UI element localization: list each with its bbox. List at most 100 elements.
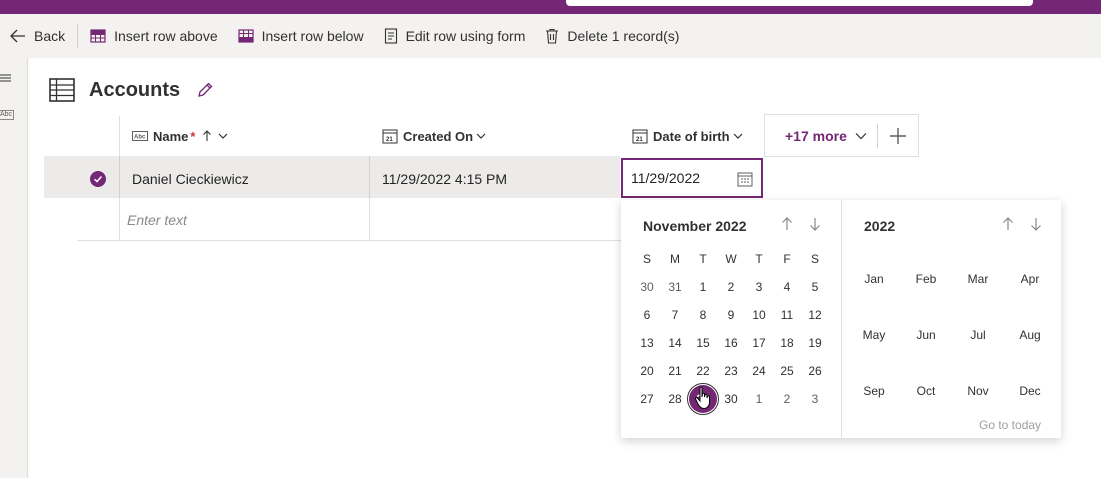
month-option[interactable]: Jan (848, 265, 900, 293)
sort-ascending-icon (203, 130, 212, 141)
grid-divider (119, 156, 120, 198)
trash-icon (546, 28, 559, 44)
weekday-label: F (783, 252, 791, 266)
command-bar: Back Insert row above Insert row below E… (0, 14, 1101, 58)
calendar-icon: 21 (382, 129, 398, 144)
table-row[interactable] (44, 156, 620, 198)
required-marker: * (190, 128, 196, 144)
calendar-day[interactable]: 12 (801, 301, 829, 329)
calendar-day[interactable]: 11 (773, 301, 801, 329)
text-field-icon[interactable]: Abc (0, 110, 15, 120)
date-picker-popup: November 2022 SMTWTFS 30 31 1 2 3 4 5 6 7 8 9 10 11 1… (621, 200, 1061, 438)
insert-row-above-label: Insert row above (114, 28, 218, 44)
more-columns-button[interactable]: +17 more (765, 128, 877, 144)
chevron-down-icon (733, 133, 742, 139)
calendar-day[interactable]: 30 (717, 385, 745, 413)
new-row-name-input[interactable]: Enter text (127, 212, 187, 228)
calendar-day[interactable]: 1 (689, 273, 717, 301)
pencil-icon[interactable] (196, 81, 214, 99)
month-option[interactable]: Nov (952, 377, 1004, 405)
weekday-label: S (810, 252, 819, 266)
cell-created-on[interactable]: 11/29/2022 4:15 PM (382, 171, 507, 187)
global-search-box[interactable] (566, 0, 1033, 6)
page-title: Accounts (89, 78, 181, 101)
delete-records-button[interactable]: Delete 1 record(s) (535, 14, 689, 58)
month-option[interactable]: Mar (952, 265, 1004, 293)
month-option[interactable]: Aug (1004, 321, 1056, 349)
calendar-day[interactable]: 26 (801, 357, 829, 385)
month-option[interactable]: Sep (848, 377, 900, 405)
hamburger-icon[interactable] (0, 72, 12, 84)
insert-row-below-button[interactable]: Insert row below (228, 14, 374, 58)
calendar-day[interactable]: 3 (745, 273, 773, 301)
calendar-day[interactable]: 16 (717, 329, 745, 357)
grid-divider (369, 156, 370, 198)
arrow-down-icon[interactable] (809, 217, 821, 231)
month-option[interactable]: Feb (900, 265, 952, 293)
column-name-label: Name (153, 128, 189, 144)
month-option[interactable]: Apr (1004, 265, 1056, 293)
calendar-day[interactable]: 2 (773, 385, 801, 413)
calendar-day[interactable]: 21 (661, 357, 689, 385)
back-label: Back (34, 28, 66, 44)
calendar-day[interactable]: 7 (661, 301, 689, 329)
calendar-day[interactable]: 15 (689, 329, 717, 357)
edit-row-form-label: Edit row using form (405, 28, 526, 44)
row-select-checkbox[interactable] (90, 171, 106, 187)
svg-text:21: 21 (636, 137, 643, 143)
arrow-up-icon[interactable] (781, 217, 793, 231)
insert-row-below-label: Insert row below (261, 28, 364, 44)
calendar-day[interactable]: 14 (661, 329, 689, 357)
insert-row-above-button[interactable]: Insert row above (80, 14, 228, 58)
column-header-date-of-birth[interactable]: 21 Date of birth (632, 116, 748, 156)
calendar-day[interactable]: 28 (661, 385, 689, 413)
month-option[interactable]: Jun (900, 321, 952, 349)
back-button[interactable]: Back (0, 14, 75, 58)
year-title[interactable]: 2022 (864, 218, 895, 234)
go-to-today-link[interactable]: Go to today (979, 418, 1041, 432)
weekday-label: S (642, 252, 651, 266)
calendar-day[interactable]: 24 (745, 357, 773, 385)
calendar-day[interactable]: 20 (633, 357, 661, 385)
calendar-day[interactable]: 23 (717, 357, 745, 385)
calendar-day[interactable]: 10 (745, 301, 773, 329)
calendar-day[interactable]: 13 (633, 329, 661, 357)
month-title[interactable]: November 2022 (643, 218, 747, 234)
add-column-button[interactable] (878, 127, 918, 145)
arrow-down-icon[interactable] (1030, 217, 1042, 231)
month-option[interactable]: May (848, 321, 900, 349)
calendar-day[interactable]: 5 (801, 273, 829, 301)
app-header-bar (0, 0, 1101, 14)
date-of-birth-input[interactable]: 11/29/2022 (621, 158, 763, 198)
more-columns-label: +17 more (785, 127, 847, 144)
calendar-day[interactable]: 27 (633, 385, 661, 413)
calendar-day[interactable]: 1 (745, 385, 773, 413)
calendar-day[interactable]: 9 (717, 301, 745, 329)
edit-row-form-button[interactable]: Edit row using form (374, 14, 536, 58)
column-header-name[interactable]: Abc Name * (132, 116, 233, 156)
checkmark-icon (93, 175, 103, 183)
calendar-day[interactable]: 18 (773, 329, 801, 357)
calendar-day[interactable]: 8 (689, 301, 717, 329)
calendar-day[interactable]: 30 (633, 273, 661, 301)
cell-name[interactable]: Daniel Cieckiewicz (132, 171, 249, 187)
calendar-day[interactable]: 31 (661, 273, 689, 301)
calendar-day[interactable]: 3 (801, 385, 829, 413)
calendar-day[interactable]: 2 (717, 273, 745, 301)
grid-canvas: Accounts Abc Name * 21 Created On 21 Dat… (29, 58, 1101, 478)
calendar-day[interactable]: 4 (773, 273, 801, 301)
calendar-icon[interactable] (737, 171, 753, 187)
calendar-day[interactable]: 22 (689, 357, 717, 385)
month-option[interactable]: Jul (952, 321, 1004, 349)
arrow-up-icon[interactable] (1002, 217, 1014, 231)
calendar-day[interactable]: 25 (773, 357, 801, 385)
month-option[interactable]: Dec (1004, 377, 1056, 405)
hand-cursor-icon (694, 386, 710, 410)
delete-records-label: Delete 1 record(s) (567, 28, 680, 44)
calendar-day[interactable]: 6 (633, 301, 661, 329)
calendar-day[interactable]: 17 (745, 329, 773, 357)
calendar-day[interactable]: 19 (801, 329, 829, 357)
column-header-created-on[interactable]: 21 Created On (382, 116, 491, 156)
left-rail: Abc (0, 58, 28, 478)
month-option[interactable]: Oct (900, 377, 952, 405)
